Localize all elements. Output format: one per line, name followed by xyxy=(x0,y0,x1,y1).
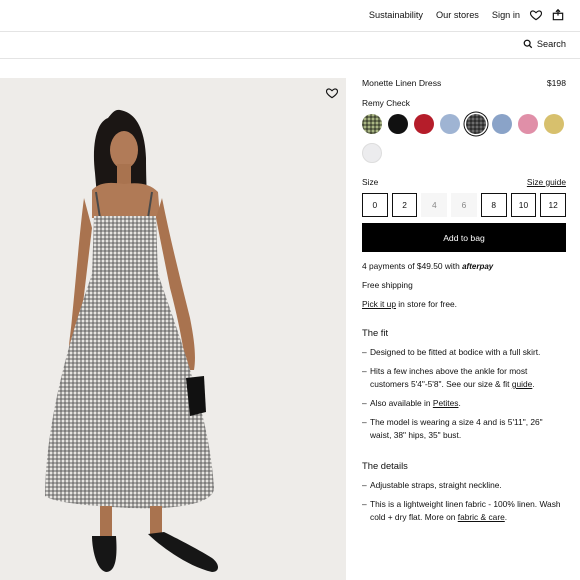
details-text: Adjustable straps, straight neckline. xyxy=(370,480,502,490)
details-list: – Adjustable straps, straight neckline. … xyxy=(362,479,566,524)
size-header: Size Size guide xyxy=(362,177,566,187)
white-swatch[interactable] xyxy=(362,143,382,163)
size-option-6[interactable]: 6 xyxy=(451,193,477,217)
payment-text: 4 payments of $49.50 with xyxy=(362,261,460,271)
bullet-dash: – xyxy=(362,347,367,357)
fit-text-part: . xyxy=(458,398,461,408)
product-info: Monette Linen Dress $198 Remy Check Size… xyxy=(362,78,567,524)
details-heading: The details xyxy=(362,460,408,471)
bullet-dash: – xyxy=(362,480,367,490)
size-option-12[interactable]: 12 xyxy=(540,193,567,217)
wishlist-heart-icon[interactable] xyxy=(325,86,339,100)
black-swatch[interactable] xyxy=(388,114,408,134)
fit-text: Also available in Petites. xyxy=(370,397,461,410)
size-option-2[interactable]: 2 xyxy=(391,193,418,217)
nav-link-sign-in[interactable]: Sign in xyxy=(492,10,520,20)
details-text-part: . xyxy=(504,512,508,522)
fit-bullet: – Designed to be fitted at bodice with a… xyxy=(362,346,566,359)
fit-text: The model is wearing a size 4 and is 5'1… xyxy=(370,417,543,440)
size-option-10[interactable]: 10 xyxy=(510,193,537,217)
add-to-bag-button[interactable]: Add to bag xyxy=(362,223,566,252)
size-option-8[interactable]: 8 xyxy=(480,193,507,217)
bullet-dash: – xyxy=(362,398,367,408)
nav-links: Sustainability Our stores Sign in xyxy=(369,10,520,20)
pick-it-up-link[interactable]: Pick it up xyxy=(362,299,396,309)
fit-heading: The fit xyxy=(362,327,389,338)
color-swatches xyxy=(362,114,572,163)
details-bullet: – This is a lightweight linen fabric - 1… xyxy=(362,498,566,524)
search-label: Search xyxy=(536,39,566,49)
fabric-care-link[interactable]: fabric & care xyxy=(458,512,505,522)
heart-icon[interactable] xyxy=(529,8,543,22)
bullet-dash: – xyxy=(362,417,367,427)
free-shipping: Free shipping xyxy=(362,280,413,290)
fit-bullet: – Hits a few inches above the ankle for … xyxy=(362,365,566,391)
details-text: This is a lightweight linen fabric - 100… xyxy=(370,498,566,524)
search-bar: Search xyxy=(0,32,580,59)
fit-list: – Designed to be fitted at bodice with a… xyxy=(362,346,566,442)
color-name: Remy Check xyxy=(362,98,410,108)
product-price: $198 xyxy=(546,78,566,88)
top-navigation: Sustainability Our stores Sign in xyxy=(0,0,580,32)
red-swatch[interactable] xyxy=(414,114,434,134)
fit-text-part: Also available in xyxy=(370,398,433,408)
product-image xyxy=(0,78,346,580)
pickup-line: Pick it up in store for free. xyxy=(362,299,566,309)
yellow-swatch[interactable] xyxy=(544,114,564,134)
size-option-0[interactable]: 0 xyxy=(362,193,388,217)
fit-bullet: – The model is wearing a size 4 and is 5… xyxy=(362,416,566,442)
size-options: 0 2 4 6 8 10 12 xyxy=(362,193,567,217)
size-fit-guide-link[interactable]: guide xyxy=(512,379,533,389)
size-guide-link[interactable]: Size guide xyxy=(527,177,566,187)
bullet-dash: – xyxy=(362,499,367,509)
size-label: Size xyxy=(362,177,379,187)
bag-icon[interactable] xyxy=(551,8,565,22)
blue-floral-swatch[interactable] xyxy=(440,114,460,134)
remy-check-swatch[interactable] xyxy=(466,114,486,134)
model-in-dress-illustration xyxy=(45,109,218,572)
fit-text: Hits a few inches above the ankle for mo… xyxy=(370,365,566,391)
fit-bullet: – Also available in Petites. xyxy=(362,397,566,410)
product-name: Monette Linen Dress xyxy=(362,78,442,88)
pink-floral-swatch[interactable] xyxy=(518,114,538,134)
pickup-text: in store for free. xyxy=(395,299,457,309)
green-check-swatch[interactable] xyxy=(362,114,382,134)
search-button[interactable]: Search xyxy=(523,39,566,49)
afterpay-logo[interactable]: afterpay xyxy=(462,262,493,271)
bullet-dash: – xyxy=(362,366,367,376)
nav-link-sustainability[interactable]: Sustainability xyxy=(369,10,423,20)
fit-text-part: . xyxy=(532,379,535,389)
search-icon xyxy=(523,39,533,49)
size-option-4[interactable]: 4 xyxy=(421,193,448,217)
blue-print-swatch[interactable] xyxy=(492,114,512,134)
details-bullet: – Adjustable straps, straight neckline. xyxy=(362,479,566,492)
afterpay-line: 4 payments of $49.50 with afterpay xyxy=(362,261,566,271)
petites-link[interactable]: Petites xyxy=(433,398,459,408)
fit-text: Designed to be fitted at bodice with a f… xyxy=(370,347,541,357)
product-title-row: Monette Linen Dress $198 xyxy=(362,78,566,88)
fit-text-part: Hits a few inches above the ankle for mo… xyxy=(370,366,528,389)
nav-link-our-stores[interactable]: Our stores xyxy=(436,10,479,20)
